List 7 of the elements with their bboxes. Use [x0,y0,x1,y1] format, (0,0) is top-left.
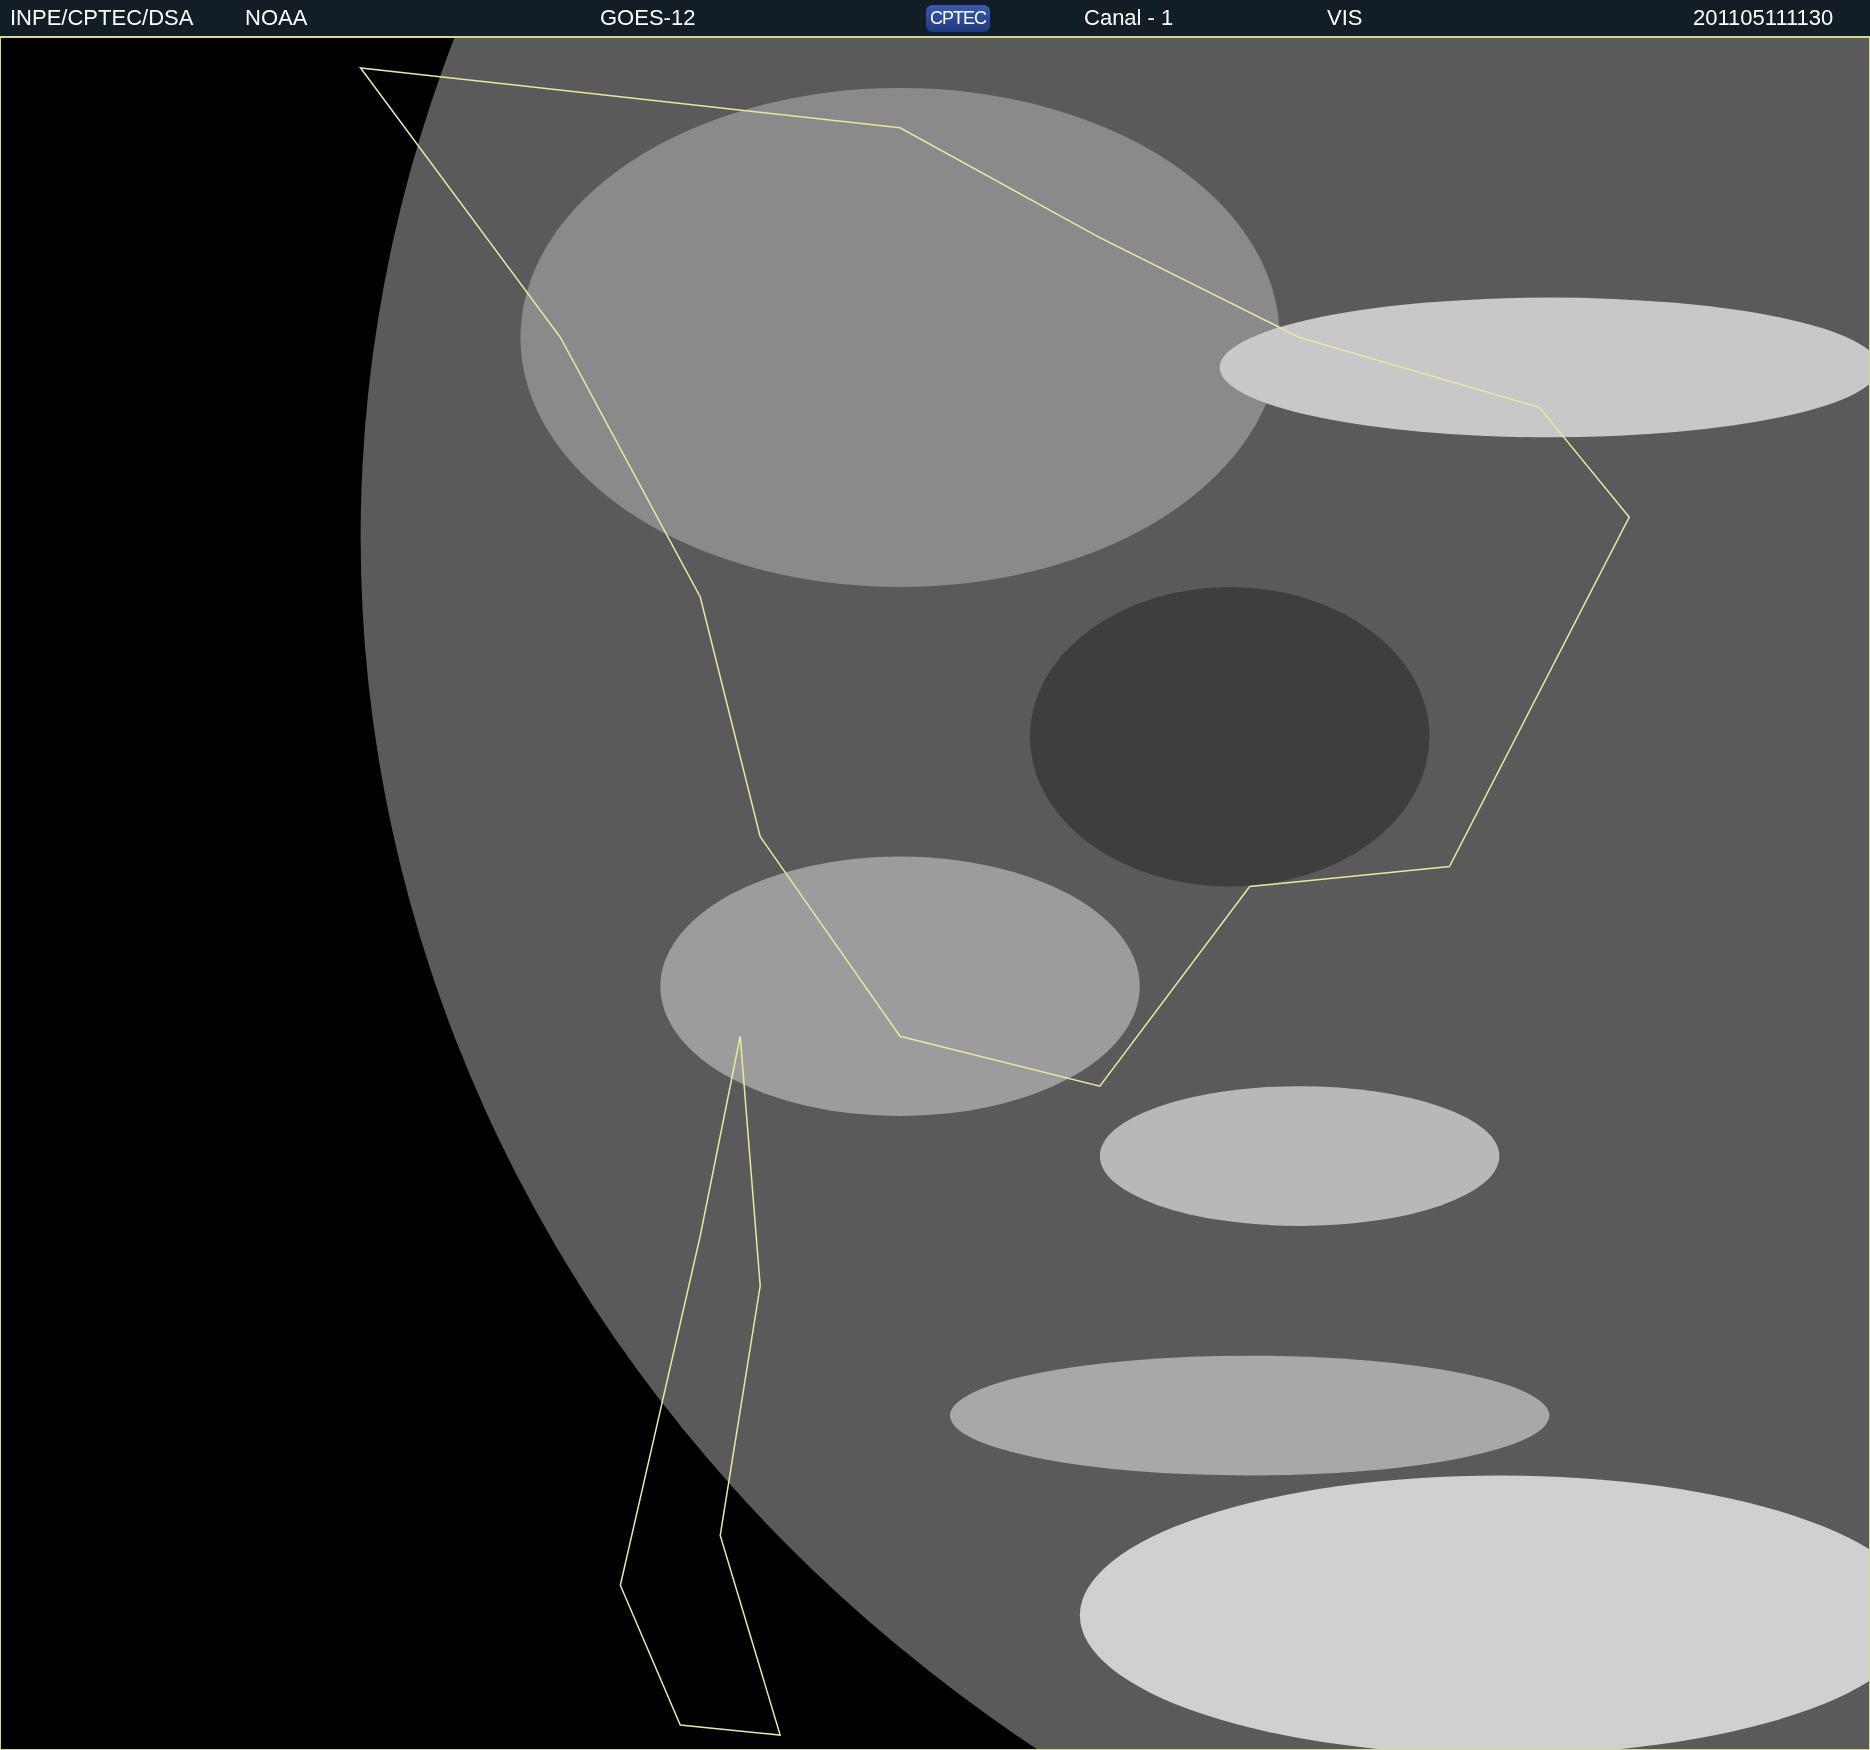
source-label: INPE/CPTEC/DSA [10,5,195,31]
timestamp-label: 201105111130 [1693,5,1834,31]
satellite-label: GOES-12 [600,5,697,31]
band-label: VIS [1327,5,1364,31]
logo: CPTEC [926,4,990,32]
agency-label: NOAA [245,5,309,31]
channel-label: Canal - 1 [1084,5,1175,31]
